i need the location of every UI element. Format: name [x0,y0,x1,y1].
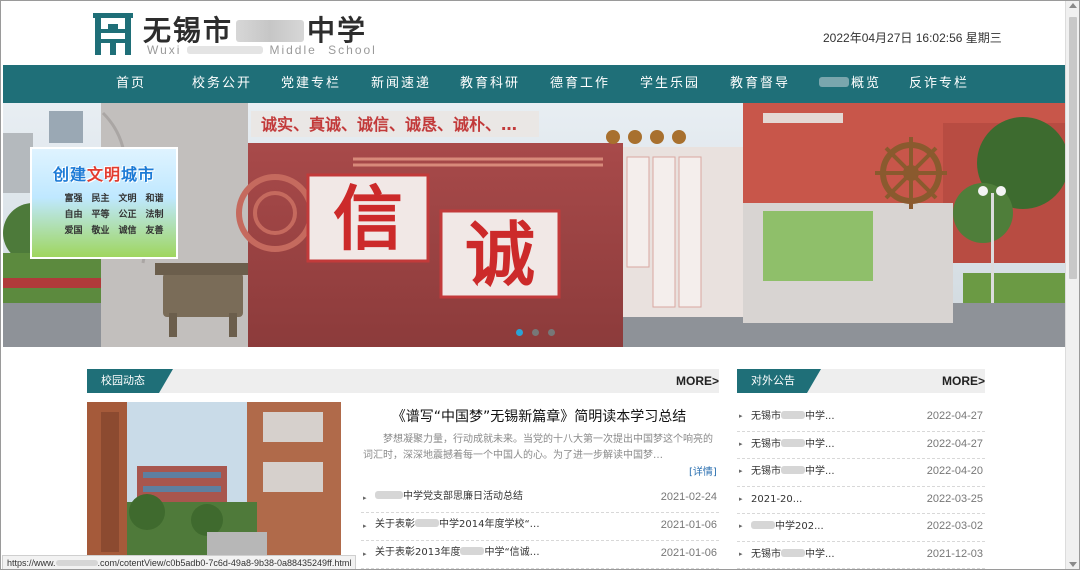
news-date: 2021-02-24 [660,491,717,503]
notice-date: 2022-04-27 [926,410,983,422]
site-header: 无锡市 中学 Wuxi Middle School 2022年04月27日 16:0… [1,1,1067,65]
news-list-item[interactable]: ▸ 中学党支部思廉日活动总结 2021-02-24 [361,485,719,513]
nav-item-anti-fraud[interactable]: 反诈专栏 [909,65,969,103]
notice-date: 2022-03-25 [926,492,983,505]
core-values-grid: 富强 民主 文明 和谐 自由 平等 公正 法制 爱国 敬业 诚信 友善 [64,194,164,236]
tab-public-notices[interactable]: 对外公告 [737,369,821,393]
redacted-name [781,466,805,474]
bullet-icon: ▸ [739,412,743,420]
notices-more-link[interactable]: MORE> [942,369,985,393]
redacted-name [751,521,775,529]
notices-list: ▸ 无锡市 中学... 2022-04-27 ▸ 无锡市 中学... 2022-04… [737,404,985,569]
notice-date: 2022-04-27 [926,437,983,450]
nav-item-moral-education[interactable]: 德育工作 [550,65,610,103]
nav-item-party-building[interactable]: 党建专栏 [281,65,341,103]
news-list-item[interactable]: ▸ 关于表彰2013年度 中学“信诚… 2021-01-06 [361,541,719,569]
news-list-item[interactable]: ▸ 关于表彰 中学2014年度学校“… 2021-01-06 [361,513,719,541]
news-date: 2021-01-06 [660,519,717,531]
notice-list-item[interactable]: ▸ 无锡市 中学... 2021-12-03 [737,542,985,569]
redacted-name [375,491,403,499]
civilized-city-badge[interactable]: 创建文明城市 富强 民主 文明 和谐 自由 平等 公正 法制 爱国 敬业 诚信 友善 [30,147,178,259]
school-name-english: Wuxi Middle School [147,43,377,57]
notice-list-item[interactable]: ▸ 2021-20... 2022-03-25 [737,487,985,514]
bullet-icon: ▸ [739,522,743,530]
notice-title: 无锡市 中学... [751,548,835,560]
carousel-dot-2[interactable] [532,329,539,336]
nav-item-school-affairs[interactable]: 校务公开 [192,65,252,103]
nav-item-overview[interactable]: 概览 [819,65,881,103]
vertical-scrollbar[interactable] [1065,1,1079,569]
news-title: 关于表彰 中学2014年度学校“… [375,519,540,530]
scrollbar-thumb[interactable] [1069,17,1077,279]
nav-item-home[interactable]: 首页 [116,65,146,103]
main-nav: 首页 校务公开 党建专栏 新闻速递 教育科研 德育工作 学生乐园 教育督导 概览… [3,65,1067,103]
notice-date: 2022-03-02 [926,520,983,532]
redacted-name [187,46,264,54]
news-date: 2021-01-06 [660,547,717,559]
scroll-up-arrow-icon[interactable] [1069,3,1077,8]
campus-news-photo[interactable] [87,402,341,558]
redacted-name [415,519,439,527]
notice-title: 无锡市 中学... [751,411,835,422]
redacted-name [55,560,98,566]
redacted-name [781,438,805,447]
redacted-name [460,547,485,555]
notices-header: 对外公告 MORE> [737,369,985,393]
feature-news-summary: 梦想凝聚力量，行动成就未来。当党的十八大第一次提出中国梦这个响亮的词汇时，深深地… [363,434,713,461]
notice-title: 中学202... [751,514,824,539]
banner-char-xin: 信 [333,178,403,260]
bullet-icon: ▸ [363,550,367,558]
nav-item-research[interactable]: 教育科研 [460,65,520,103]
notice-list-item[interactable]: ▸ 无锡市 中学... 2022-04-27 [737,404,985,432]
campus-building-image [87,402,341,558]
nav-item-supervision[interactable]: 教育督导 [730,65,790,103]
notice-list-item[interactable]: ▸ 无锡市 中学... 2022-04-20 [737,459,985,487]
notice-date: 2022-04-20 [926,465,983,477]
notice-title: 无锡市 中学... [751,438,835,450]
bullet-icon: ▸ [363,522,367,530]
news-title: 关于表彰2013年度 中学“信诚… [375,547,540,558]
banner-char-cheng: 诚 [465,214,535,296]
redacted-name [819,77,849,87]
bullet-icon: ▸ [739,549,743,558]
nav-item-student-park[interactable]: 学生乐园 [640,65,700,103]
banner-slogan: 诚实、真诚、诚信、诚恳、诚朴、… [261,115,517,134]
notice-title: 无锡市 中学... [751,466,835,477]
bullet-icon: ▸ [363,494,367,502]
notice-list-item[interactable]: ▸ 无锡市 中学... 2022-04-27 [737,432,985,459]
carousel-dot-3[interactable] [548,329,555,336]
status-bar-url: https://www. .com/cotentView/c0b5adb0-7c6… [2,555,357,569]
campus-news-header: 校园动态 MORE> [87,369,719,393]
redacted-name [781,548,805,557]
campus-news-list: ▸ 中学党支部思廉日活动总结 2021-02-24 ▸ 关于表彰 中学2014年度… [361,485,719,569]
redacted-name [781,411,805,419]
bullet-icon: ▸ [739,494,743,503]
school-gate-logo-icon[interactable] [93,13,133,55]
notice-date: 2021-12-03 [926,547,983,560]
scroll-down-arrow-icon[interactable] [1069,562,1077,567]
bullet-icon: ▸ [739,439,743,448]
tab-campus-news[interactable]: 校园动态 [87,369,173,393]
notice-title: 2021-20... [751,493,803,505]
nav-item-news[interactable]: 新闻速递 [371,65,431,103]
current-datetime: 2022年04月27日 16:02:56 星期三 [823,31,1002,45]
browser-viewport: 无锡市 中学 Wuxi Middle School 2022年04月27日 16:0… [0,0,1080,570]
news-title: 中学党支部思廉日活动总结 [375,485,523,509]
feature-news-detail-link[interactable]: [详情] [689,463,717,478]
campus-news-more-link[interactable]: MORE> [676,369,719,393]
notice-list-item[interactable]: ▸ 中学202... 2022-03-02 [737,514,985,542]
civ-title: 创建文明城市 [52,165,156,184]
bullet-icon: ▸ [739,467,743,475]
carousel-dot-1[interactable] [516,329,523,336]
redacted-name [236,20,305,42]
feature-news-title[interactable]: 《谱写“中国梦”无锡新篇章》简明读本学习总结 [351,406,727,426]
